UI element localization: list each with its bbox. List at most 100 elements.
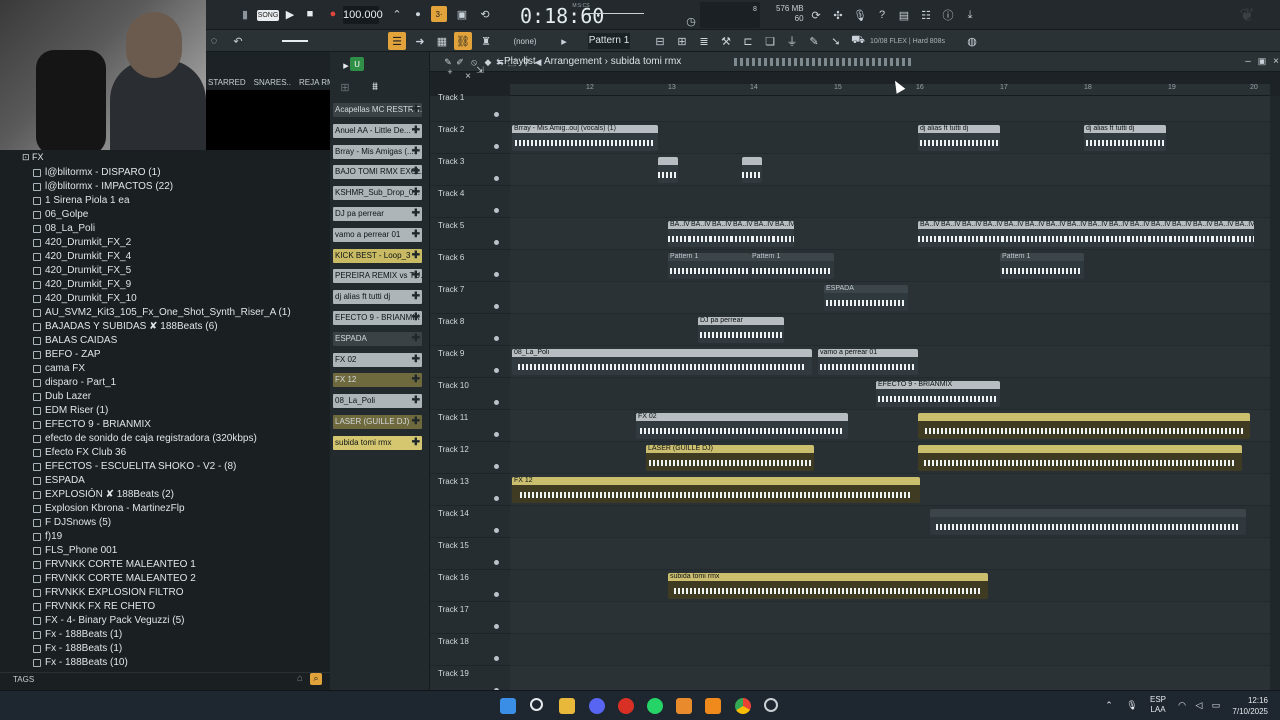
tree-icon[interactable]: ⊏ — [740, 33, 756, 49]
system-clock[interactable]: 12:16 7/10/2025 — [1232, 695, 1268, 717]
playlist-clip[interactable] — [742, 157, 762, 183]
channel-button[interactable]: EFECTO 9 - BRIANMIX ✚ — [333, 311, 422, 325]
channel-add-icon[interactable]: ✚ — [412, 373, 420, 387]
track-header[interactable]: Track 9 — [430, 346, 510, 378]
browser-item[interactable]: 1 Sirena Piola 1 ea — [0, 194, 330, 208]
tab-starred[interactable]: STARRED — [208, 78, 246, 87]
cart-icon[interactable]: ⛟ — [850, 33, 866, 49]
language-indicator[interactable]: ESP LAA — [1150, 695, 1166, 715]
playlist-clip[interactable]: BA..IVO — [1149, 221, 1170, 247]
track-lane[interactable] — [510, 602, 1270, 634]
play-icon[interactable]: ▶ — [283, 7, 297, 21]
channel-button[interactable]: Brray - Mis Amigas (... ✚ — [333, 144, 422, 159]
pattern-nav-icon[interactable]: ▸ — [558, 33, 570, 49]
browser-item[interactable]: 08_La_Poli — [0, 222, 330, 236]
browser-item[interactable]: 420_Drumkit_FX_2 — [0, 236, 330, 250]
channel-button[interactable]: dj alias ft tutti dj ✚ — [333, 290, 422, 305]
track-mute-led[interactable] — [494, 464, 499, 469]
track-header[interactable]: Track 17 — [430, 602, 510, 634]
wait-input-icon[interactable]: ⏺ — [410, 7, 426, 21]
track-header[interactable]: Track 13 — [430, 474, 510, 506]
browser-item[interactable]: F DJSnows (5) — [0, 516, 330, 530]
browser-item[interactable]: EXPLOSIÓN ✘ 188Beats (2) — [0, 488, 330, 502]
browser-item[interactable]: 420_Drumkit_FX_4 — [0, 250, 330, 264]
playlist-clip[interactable]: DJ pa perrear — [698, 317, 784, 343]
channel-add-icon[interactable]: ✚ — [412, 165, 420, 179]
add-track-icon[interactable]: + — [444, 66, 456, 78]
channel-button[interactable]: KSHMR_Sub_Drop_0... ✚ — [333, 186, 422, 201]
undo-icon[interactable]: ↶ — [230, 33, 246, 49]
microphone-icon[interactable]: 🎙︎ — [852, 7, 868, 23]
channel-add-icon[interactable]: ✚ — [412, 124, 420, 138]
channel-add-icon[interactable]: ✚ — [412, 394, 420, 408]
master-volume-slider[interactable] — [588, 13, 644, 14]
volume-icon[interactable]: ◁ — [1192, 699, 1206, 711]
browser-root-folder[interactable]: ⊡ FX — [22, 152, 44, 164]
pattern-selector[interactable]: Pattern 1 — [588, 33, 630, 49]
battery-icon[interactable]: ▭ — [1209, 699, 1223, 711]
minimize-icon[interactable]: – — [1242, 54, 1254, 68]
playlist-clip[interactable]: Pattern 1 — [668, 253, 750, 279]
mic-tray-icon[interactable]: 🎙︎ — [1126, 699, 1138, 711]
browser-item[interactable]: efecto de sonido de caja registradora (3… — [0, 432, 330, 446]
playlist-clip[interactable]: BA..IVO — [1044, 221, 1065, 247]
channel-add-icon[interactable]: ✚ — [412, 269, 420, 283]
track-header[interactable]: Track 12 — [430, 442, 510, 474]
piano-icon[interactable]: ≣ — [696, 33, 712, 49]
track-mute-led[interactable] — [494, 240, 499, 245]
channel-button[interactable]: subida tomi rmx ✚ — [333, 435, 422, 450]
channel-button[interactable]: FX 12 ✚ — [333, 373, 422, 388]
channel-button[interactable]: BAJO TOMI RMX EXCL... ✚ — [333, 165, 422, 180]
browser-item[interactable]: Fx - 188Beats (10) — [0, 656, 330, 670]
playlist-clip[interactable]: BA..IVO — [1212, 221, 1233, 247]
browser-item[interactable]: l@blitormx - DISPARO (1) — [0, 166, 330, 180]
track-mute-led[interactable] — [494, 592, 499, 597]
file-icon[interactable]: ❏ — [762, 33, 778, 49]
tray-chevron-icon[interactable]: ⌃ — [1103, 699, 1115, 711]
channel-add-icon[interactable]: ✚ — [412, 228, 420, 242]
track-lane[interactable] — [510, 250, 1270, 282]
playlist-clip[interactable]: Brray - Mis Amig..ou] (vocals) (1) — [512, 125, 658, 151]
channel-button[interactable]: LASER (GUILLE DJ) ✚ — [333, 415, 422, 429]
channel-button[interactable]: PEREIRA REMIX vs TU... ✚ — [333, 269, 422, 284]
track-header[interactable]: Track 15 — [430, 538, 510, 570]
playlist-clip[interactable]: BA..IVO — [918, 221, 939, 247]
next-icon[interactable]: ➜ — [412, 33, 428, 49]
plugin-picker-icon[interactable]: ✣ — [830, 7, 846, 23]
arrangement-name[interactable]: subida tomi rmx — [611, 56, 682, 67]
browser-item[interactable]: Fx - 188Beats (1) — [0, 642, 330, 656]
fl-studio-active-icon[interactable] — [705, 698, 721, 714]
playlist-clip[interactable] — [918, 445, 1242, 471]
metronome-icon[interactable]: ⌃ — [390, 7, 404, 21]
globe-icon[interactable]: ◍ — [964, 33, 980, 49]
browser-item[interactable]: EFECTO 9 - BRIANMIX — [0, 418, 330, 432]
fl-studio-taskbar-icon[interactable] — [676, 698, 692, 714]
browser-item[interactable]: Explosion Kbrona - MartinezFlp — [0, 502, 330, 516]
browser-item[interactable]: EDM Riser (1) — [0, 404, 330, 418]
record-arm-icon[interactable]: ▮ — [240, 8, 250, 21]
channel-button[interactable]: Anuel AA - Little De... ✚ — [333, 123, 422, 138]
tag-icon[interactable]: ⌂ — [297, 673, 303, 684]
browser-item[interactable]: BEFO - ZAP — [0, 348, 330, 362]
browser-item[interactable]: Dub Lazer — [0, 390, 330, 404]
track-header[interactable]: Track 1 — [430, 90, 510, 122]
playlist-clip[interactable]: BA..IVO — [960, 221, 981, 247]
browser-item[interactable]: 420_Drumkit_FX_5 — [0, 264, 330, 278]
overview-scroll[interactable] — [734, 58, 914, 66]
playlist-clip[interactable]: BA..IVO — [1065, 221, 1086, 247]
track-lane[interactable] — [510, 666, 1270, 690]
track-mute-led[interactable] — [494, 368, 499, 373]
channel-add-icon[interactable]: ✚ — [412, 186, 420, 200]
settings-taskbar-icon[interactable] — [764, 698, 778, 712]
playlist-clip[interactable] — [930, 509, 1246, 535]
track-mute-led[interactable] — [494, 144, 499, 149]
piano-roll-icon[interactable]: ▦ — [434, 33, 450, 49]
browser-item[interactable]: 420_Drumkit_FX_9 — [0, 278, 330, 292]
waveform-icon[interactable]: ⩩ — [368, 80, 382, 94]
track-mute-led[interactable] — [494, 176, 499, 181]
track-header[interactable]: Track 11 — [430, 410, 510, 442]
timeline-ruler[interactable]: 12 13 14 15 16 17 18 19 20 — [510, 84, 1270, 96]
playlist-clip[interactable]: BA..IVO — [710, 221, 731, 247]
track-header[interactable]: Track 18 — [430, 634, 510, 666]
whatsapp-icon[interactable] — [647, 698, 663, 714]
